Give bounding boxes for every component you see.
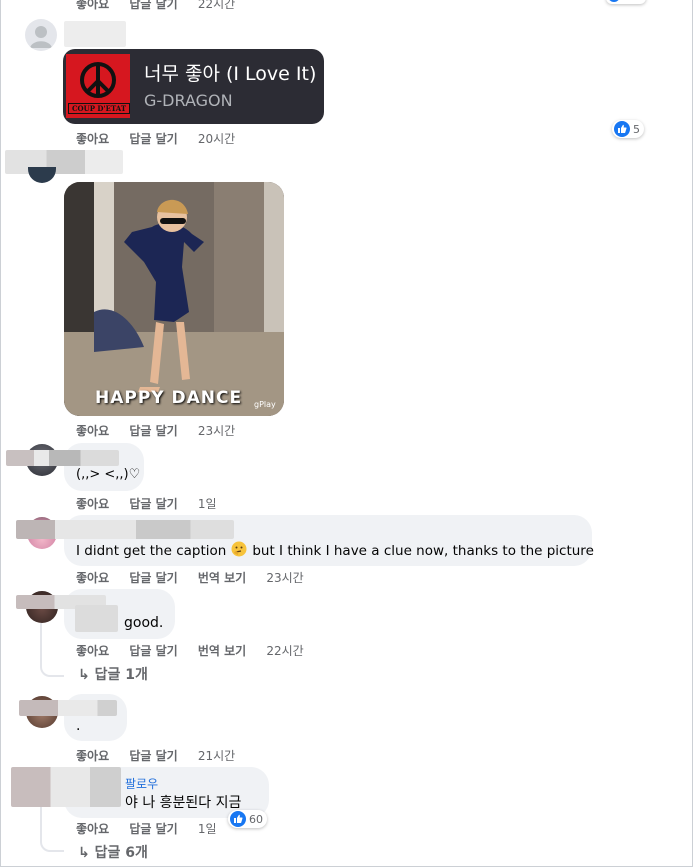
comment-actions: 좋아요 답글 달기 23시간 (76, 422, 235, 439)
reply-button[interactable]: 답글 달기 (129, 130, 177, 147)
thread-connector (40, 800, 64, 852)
comment-actions: 좋아요 답글 달기 21시간 (76, 747, 235, 764)
avatar[interactable] (25, 19, 57, 51)
comment-text: 야 나 흥분된다 지금 (125, 795, 242, 811)
timestamp[interactable]: 1일 (198, 820, 217, 837)
thumbs-up-icon (614, 121, 630, 137)
like-button[interactable]: 좋아요 (76, 422, 109, 439)
reply-button[interactable]: 답글 달기 (129, 747, 177, 764)
album-art: COUP D'ETAT (66, 54, 130, 118)
dancing-girl-gif-image (64, 182, 284, 416)
timestamp[interactable]: 20시간 (198, 130, 235, 147)
timestamp[interactable]: 23시간 (198, 422, 235, 439)
translate-button[interactable]: 번역 보기 (198, 569, 246, 586)
timestamp[interactable]: 1일 (198, 495, 217, 512)
reply-button[interactable]: 답글 달기 (129, 422, 177, 439)
blurred-username (5, 150, 123, 174)
gif-caption: HAPPY DANCE (95, 388, 243, 408)
view-replies-link[interactable]: ↳ 답글 1개 (78, 664, 148, 684)
view-replies-label: 답글 1개 (94, 667, 148, 683)
blurred-username (6, 450, 119, 466)
reply-button[interactable]: 답글 달기 (129, 569, 177, 586)
reaction-count[interactable]: 60 (228, 810, 267, 828)
gif-attachment[interactable]: HAPPY DANCE gPlay (64, 182, 284, 416)
track-title: 너무 좋아 (I Love It) (144, 63, 317, 85)
reaction-count-text: 60 (249, 812, 263, 826)
blurred-avatar (11, 767, 121, 807)
blurred-username (16, 520, 234, 539)
music-attachment[interactable]: COUP D'ETAT 너무 좋아 (I Love It) G-DRAGON (63, 49, 324, 124)
comment-actions: 좋아요 답글 달기 20시간 (76, 130, 235, 147)
thinking-face-icon (231, 541, 247, 561)
blurred-username (64, 21, 126, 47)
track-artist: G-DRAGON (144, 91, 233, 110)
like-button[interactable]: 좋아요 (76, 820, 109, 837)
comment-actions: 좋아요 답글 달기 1일 (76, 495, 217, 512)
comment-text-part1: I didnt get the caption (76, 543, 227, 559)
view-replies-label: 답글 6개 (94, 845, 148, 861)
reaction-count[interactable]: 5 (612, 120, 644, 138)
timestamp[interactable]: 22시간 (198, 0, 235, 12)
reply-button[interactable]: 답글 달기 (129, 642, 177, 659)
reply-arrow-icon: ↳ (78, 845, 90, 861)
timestamp[interactable]: 21시간 (198, 747, 235, 764)
comment-actions: 좋아요 답글 달기 번역 보기 22시간 (76, 642, 304, 659)
thread-connector (40, 623, 64, 677)
reaction-count-text: 5 (633, 122, 640, 136)
reply-button[interactable]: 답글 달기 (129, 0, 177, 12)
comment-text: . (76, 718, 81, 734)
comment-text-part2: but I think I have a clue now, thanks to… (252, 543, 594, 559)
reply-arrow-icon: ↳ (78, 667, 90, 683)
reply-button[interactable]: 답글 달기 (129, 495, 177, 512)
like-button[interactable]: 좋아요 (76, 569, 109, 586)
album-art-text: COUP D'ETAT (68, 103, 130, 114)
view-replies-link[interactable]: ↳ 답글 6개 (78, 842, 148, 862)
reply-button[interactable]: 답글 달기 (129, 820, 177, 837)
comment-actions: 좋아요 답글 달기 1일 (76, 820, 217, 837)
follow-badge[interactable]: 팔로우 (125, 775, 158, 792)
like-button[interactable]: 좋아요 (76, 747, 109, 764)
comment-actions: 좋아요 답글 달기 22시간 (76, 0, 235, 12)
blurred-username (75, 605, 118, 632)
comment-actions: 좋아요 답글 달기 번역 보기 23시간 (76, 569, 304, 586)
reaction-badge-partial (606, 0, 646, 4)
timestamp[interactable]: 22시간 (266, 642, 303, 659)
like-button[interactable]: 좋아요 (76, 642, 109, 659)
thumbs-up-icon (230, 811, 246, 827)
gif-watermark: gPlay (254, 400, 276, 409)
comment-text: good. (124, 615, 164, 631)
comment-text: (,,> <,,)♡ (76, 467, 141, 482)
timestamp[interactable]: 23시간 (266, 569, 303, 586)
like-button[interactable]: 좋아요 (76, 130, 109, 147)
blurred-username (19, 700, 117, 716)
comment-text: I didnt get the caption but I think I ha… (76, 541, 594, 561)
translate-button[interactable]: 번역 보기 (198, 642, 246, 659)
like-button[interactable]: 좋아요 (76, 495, 109, 512)
like-button[interactable]: 좋아요 (76, 0, 109, 12)
